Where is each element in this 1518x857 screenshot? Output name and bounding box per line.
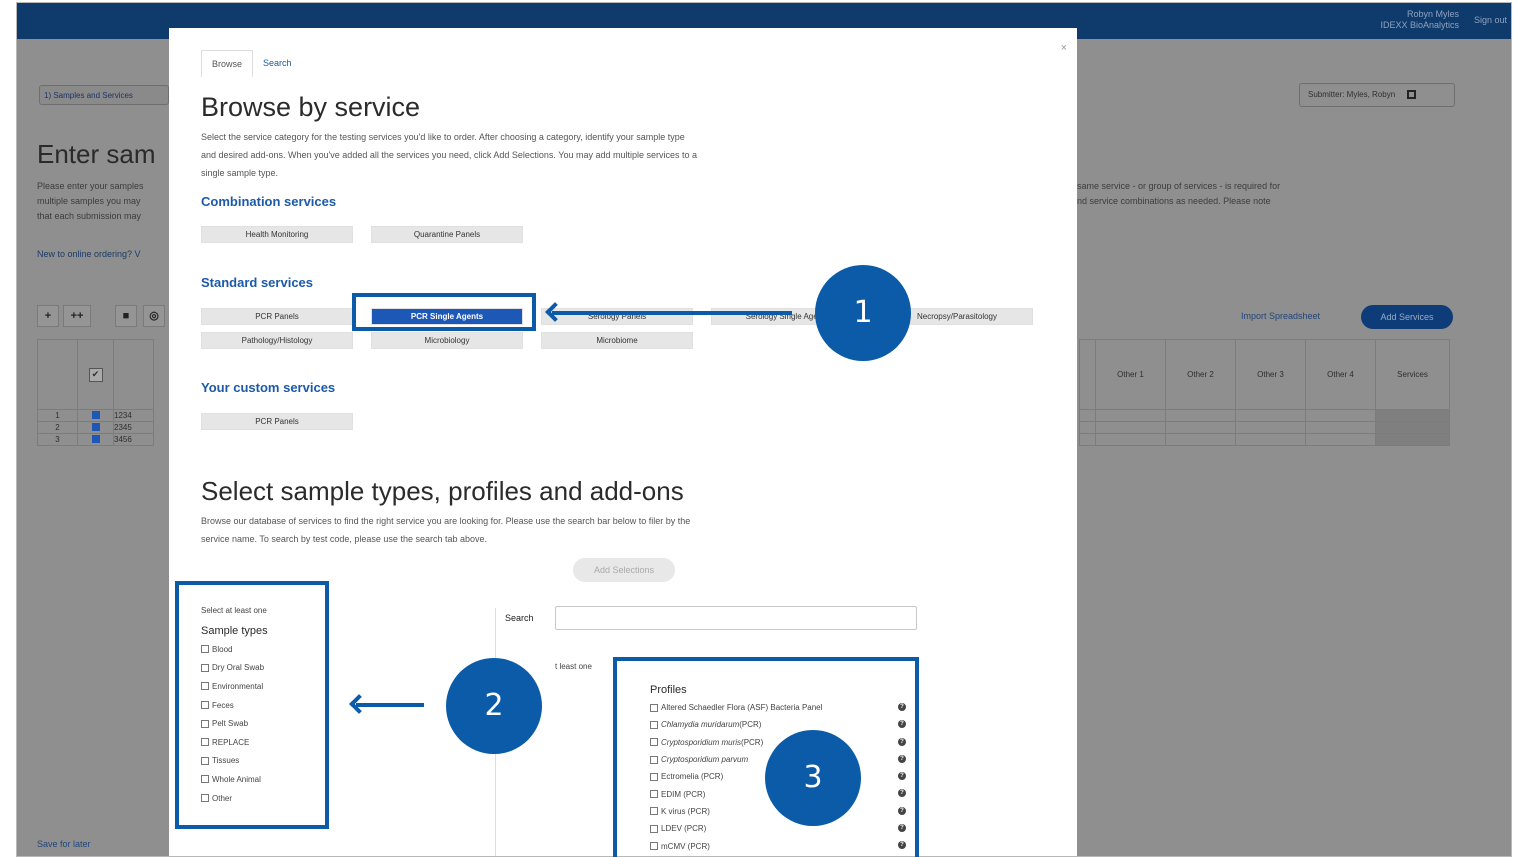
org-name: IDEXX BioAnalytics	[1380, 20, 1459, 30]
select-at-least-one-2: t least one	[555, 662, 592, 671]
submitter-select[interactable]: Submitter: Myles, Robyn	[1299, 83, 1455, 107]
row-num: 3	[37, 433, 78, 446]
col-header-other1: Other 1	[1095, 339, 1166, 410]
service-pathology-histology[interactable]: Pathology/Histology	[201, 332, 353, 349]
row-checkbox[interactable]	[77, 433, 114, 446]
col-header-other2: Other 2	[1165, 339, 1236, 410]
row-id[interactable]: 2345	[113, 421, 154, 434]
table-row[interactable]: 1 1234	[37, 409, 154, 422]
search-input[interactable]	[555, 606, 917, 630]
table-row[interactable]	[1079, 421, 1450, 434]
modal-intro: Select the service category for the test…	[201, 128, 697, 182]
user-info[interactable]: Robyn Myles IDEXX BioAnalytics	[1380, 9, 1459, 31]
delete-icon[interactable]: ■	[115, 305, 137, 327]
row-num-header	[37, 339, 78, 410]
col-header	[1079, 339, 1096, 410]
copy-icon[interactable]: ◎	[143, 305, 165, 327]
add-selections-button[interactable]: Add Selections	[573, 558, 675, 582]
select-line: service name. To search by test code, pl…	[201, 534, 488, 544]
service-pcr-panels[interactable]: PCR Panels	[201, 308, 353, 325]
add-multiple-rows-button[interactable]: ++	[63, 305, 91, 327]
col-header-other3: Other 3	[1235, 339, 1306, 410]
page-title: Enter sam	[37, 139, 156, 169]
intro-line: that each submission may	[37, 211, 142, 221]
table-row[interactable]: 3 3456	[37, 433, 154, 446]
submitter-label: Submitter: Myles, Robyn	[1308, 90, 1396, 99]
save-for-later-link[interactable]: Save for later	[37, 839, 91, 849]
custom-heading: Your custom services	[201, 380, 336, 395]
callout-1: 1	[815, 265, 911, 361]
import-spreadsheet-link[interactable]: Import Spreadsheet	[1241, 311, 1320, 321]
add-row-button[interactable]: +	[37, 305, 59, 327]
custom-pcr-panels[interactable]: PCR Panels	[201, 413, 353, 430]
standard-heading: Standard services	[201, 275, 314, 290]
modal-title: Browse by service	[201, 92, 421, 122]
row-num: 2	[37, 421, 78, 434]
callout-arrow-1	[552, 311, 792, 315]
service-health-monitoring[interactable]: Health Monitoring	[201, 226, 353, 243]
select-line: Browse our database of services to find …	[201, 516, 691, 526]
service-quarantine-panels[interactable]: Quarantine Panels	[371, 226, 523, 243]
step-indicator[interactable]: 1) Samples and Services	[39, 85, 169, 105]
table-row[interactable]	[1079, 433, 1450, 446]
intro-text: Please enter your samples multiple sampl…	[37, 179, 144, 224]
samples-table: ✔ 1 1234 2 2345 3 3456	[37, 339, 154, 446]
dropdown-icon	[1407, 90, 1417, 100]
intro-line: Select the service category for the test…	[201, 132, 685, 142]
select-intro: Browse our database of services to find …	[201, 512, 690, 548]
select-title: Select sample types, profiles and add-on…	[201, 476, 684, 506]
callout-3: 3	[765, 730, 861, 826]
new-user-link[interactable]: New to online ordering? V	[37, 247, 141, 262]
select-all-checkbox[interactable]: ✔	[77, 339, 114, 410]
intro-line: Please enter your samples	[37, 181, 144, 191]
intro-line: single sample type.	[201, 168, 279, 178]
col-header-other4: Other 4	[1305, 339, 1376, 410]
tab-browse[interactable]: Browse	[201, 50, 254, 77]
close-icon[interactable]: ×	[1061, 42, 1067, 54]
row-checkbox[interactable]	[77, 421, 114, 434]
samples-table-right: Other 1 Other 2 Other 3 Other 4 Services	[1079, 339, 1450, 446]
sign-out-link[interactable]: Sign out	[1474, 15, 1507, 25]
service-microbiology[interactable]: Microbiology	[371, 332, 523, 349]
callout-box-profiles	[613, 657, 919, 857]
intro-line: nd service combinations as needed. Pleas…	[1077, 196, 1271, 206]
row-id[interactable]: 1234	[113, 409, 154, 422]
user-name: Robyn Myles	[1406, 9, 1459, 19]
add-services-button[interactable]: Add Services	[1361, 305, 1453, 329]
intro-line: same service - or group of services - is…	[1077, 181, 1281, 191]
combination-heading: Combination services	[201, 194, 337, 209]
intro-line: multiple samples you may	[37, 196, 141, 206]
modal-tabs: Browse Search	[201, 50, 302, 77]
row-checkbox[interactable]	[77, 409, 114, 422]
row-num: 1	[37, 409, 78, 422]
col-header-services: Services	[1375, 339, 1450, 410]
search-label: Search	[505, 613, 534, 623]
intro-text-right: same service - or group of services - is…	[1077, 179, 1280, 209]
row-id[interactable]: 3456	[113, 433, 154, 446]
tab-search[interactable]: Search	[253, 50, 302, 77]
callout-box-sample-types	[175, 581, 329, 829]
callout-box-service	[352, 293, 536, 331]
id-header	[113, 339, 154, 410]
table-row[interactable]	[1079, 409, 1450, 422]
table-row[interactable]: 2 2345	[37, 421, 154, 434]
service-microbiome[interactable]: Microbiome	[541, 332, 693, 349]
intro-line: and desired add-ons. When you've added a…	[201, 150, 698, 160]
callout-2: 2	[446, 658, 542, 754]
